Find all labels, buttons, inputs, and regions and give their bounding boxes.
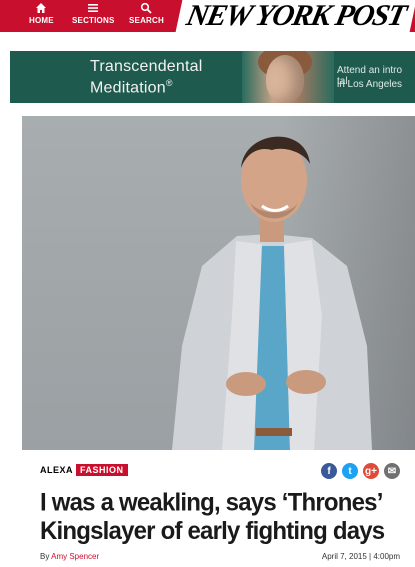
nav-sections-label: SECTIONS: [72, 16, 115, 25]
section-fashion: FASHION: [76, 464, 128, 476]
publish-date: April 7, 2015 | 4:00pm: [321, 552, 400, 561]
nav-search-button[interactable]: SEARCH: [129, 2, 164, 25]
section-tag[interactable]: ALEXA FASHION: [40, 464, 128, 476]
article-hero-photo[interactable]: [22, 116, 415, 450]
nav-search-label: SEARCH: [129, 16, 164, 25]
byline-prefix: By: [40, 552, 50, 561]
ad-photo: [242, 51, 334, 103]
ad-photo-face: [266, 55, 304, 103]
nav-home-label: HOME: [29, 16, 54, 25]
menu-icon: [88, 4, 99, 12]
twitter-share-icon[interactable]: t: [342, 463, 358, 479]
ad-line-2-text: Meditation: [90, 79, 166, 97]
ad-right-line-2: in Los Angeles: [337, 79, 403, 90]
top-bar: HOME SECTIONS SEARCH NEW YORK POST: [0, 0, 415, 32]
new-york-post-logo[interactable]: NEW YORK POST: [175, 0, 415, 32]
home-icon: [36, 3, 47, 13]
search-icon: [141, 2, 153, 14]
article-meta-row: ALEXA FASHION f t g+ ✉: [40, 463, 400, 483]
article: ALEXA FASHION f t g+ ✉ I was a weakling, …: [22, 112, 415, 567]
article-headline: I was a weakling, says ‘Thrones’ Kingsla…: [40, 488, 385, 546]
ad-line-2: Meditation®: [90, 78, 173, 97]
section-prefix: ALEXA: [40, 465, 74, 475]
ad-line-1: Transcendental: [90, 58, 203, 75]
advertisement-banner[interactable]: Transcendental Meditation® Attend an int…: [10, 51, 415, 103]
facebook-share-icon[interactable]: f: [321, 463, 337, 479]
share-buttons: f t g+ ✉: [321, 463, 400, 479]
google-plus-share-icon[interactable]: g+: [363, 463, 379, 479]
email-share-icon[interactable]: ✉: [384, 463, 400, 479]
author-link[interactable]: Amy Spencer: [51, 552, 99, 561]
byline: By Amy Spencer: [40, 552, 99, 561]
ad-registered-mark: ®: [165, 78, 173, 88]
logo-text: NEW YORK POST: [183, 0, 409, 32]
nav-sections-button[interactable]: SECTIONS: [72, 2, 115, 25]
nav-home-button[interactable]: HOME: [29, 2, 54, 25]
portrait-illustration: [172, 136, 372, 450]
